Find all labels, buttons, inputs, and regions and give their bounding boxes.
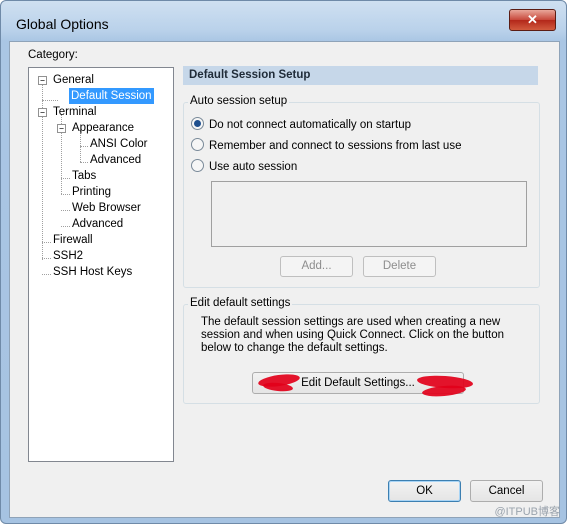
- delete-button[interactable]: Delete: [363, 256, 436, 277]
- edit-defaults-group-title: Edit default settings: [188, 297, 293, 309]
- radio-icon[interactable]: [191, 159, 204, 172]
- tree-item-terminal[interactable]: Terminal: [51, 104, 98, 120]
- tree-line: [61, 194, 70, 195]
- cancel-button[interactable]: Cancel: [470, 480, 543, 502]
- tree-item-ssh-host-keys[interactable]: SSH Host Keys: [51, 264, 134, 280]
- panel-header: Default Session Setup: [183, 66, 538, 85]
- tree-item-general[interactable]: General: [51, 72, 96, 88]
- ok-button[interactable]: OK: [388, 480, 461, 502]
- tree-line: [42, 100, 58, 101]
- tree-line: [80, 146, 88, 147]
- tree-item-web-browser[interactable]: Web Browser: [70, 200, 143, 216]
- title-bar[interactable]: Global Options ✕: [1, 1, 566, 41]
- radio-label: Use auto session: [209, 161, 298, 173]
- edit-defaults-description: The default session settings are used wh…: [201, 316, 505, 354]
- radio-label: Remember and connect to sessions from la…: [209, 140, 462, 152]
- watermark: @ITPUB博客: [494, 506, 560, 518]
- radio-no-auto-connect[interactable]: Do not connect automatically on startup: [191, 117, 411, 133]
- window-title: Global Options: [16, 16, 109, 32]
- add-button[interactable]: Add...: [280, 256, 353, 277]
- tree-line: [61, 178, 70, 179]
- radio-icon[interactable]: [191, 138, 204, 151]
- tree-item-terminal-advanced[interactable]: Advanced: [70, 216, 125, 232]
- auto-session-group-title: Auto session setup: [188, 95, 290, 107]
- tree-line: [42, 274, 51, 275]
- tree-item-tabs[interactable]: Tabs: [70, 168, 98, 184]
- category-tree[interactable]: − General Default Session − Terminal − A…: [28, 67, 174, 462]
- collapse-icon[interactable]: −: [57, 124, 66, 133]
- global-options-window: Global Options ✕ Category: − General Def…: [0, 0, 567, 524]
- tree-item-ssh2[interactable]: SSH2: [51, 248, 85, 264]
- radio-label: Do not connect automatically on startup: [209, 119, 412, 131]
- collapse-icon[interactable]: −: [38, 108, 47, 117]
- tree-line: [80, 162, 88, 163]
- close-button[interactable]: ✕: [509, 9, 556, 31]
- tree-line: [42, 258, 51, 259]
- tree-item-default-session[interactable]: Default Session: [69, 88, 154, 104]
- radio-use-auto-session[interactable]: Use auto session: [191, 159, 297, 175]
- tree-line: [61, 226, 70, 227]
- category-label: Category:: [28, 49, 78, 61]
- auto-session-list[interactable]: [211, 181, 527, 247]
- tree-item-appearance-advanced[interactable]: Advanced: [88, 152, 143, 168]
- tree-line: [42, 242, 51, 243]
- tree-item-appearance[interactable]: Appearance: [70, 120, 136, 136]
- radio-checked-icon[interactable]: [191, 117, 204, 130]
- tree-line: [61, 210, 70, 211]
- tree-item-ansi-color[interactable]: ANSI Color: [88, 136, 150, 152]
- collapse-icon[interactable]: −: [38, 76, 47, 85]
- tree-item-firewall[interactable]: Firewall: [51, 232, 95, 248]
- dialog-client-area: Category: − General Default Session − Te…: [9, 41, 560, 518]
- radio-remember-sessions[interactable]: Remember and connect to sessions from la…: [191, 138, 461, 154]
- tree-item-printing[interactable]: Printing: [70, 184, 113, 200]
